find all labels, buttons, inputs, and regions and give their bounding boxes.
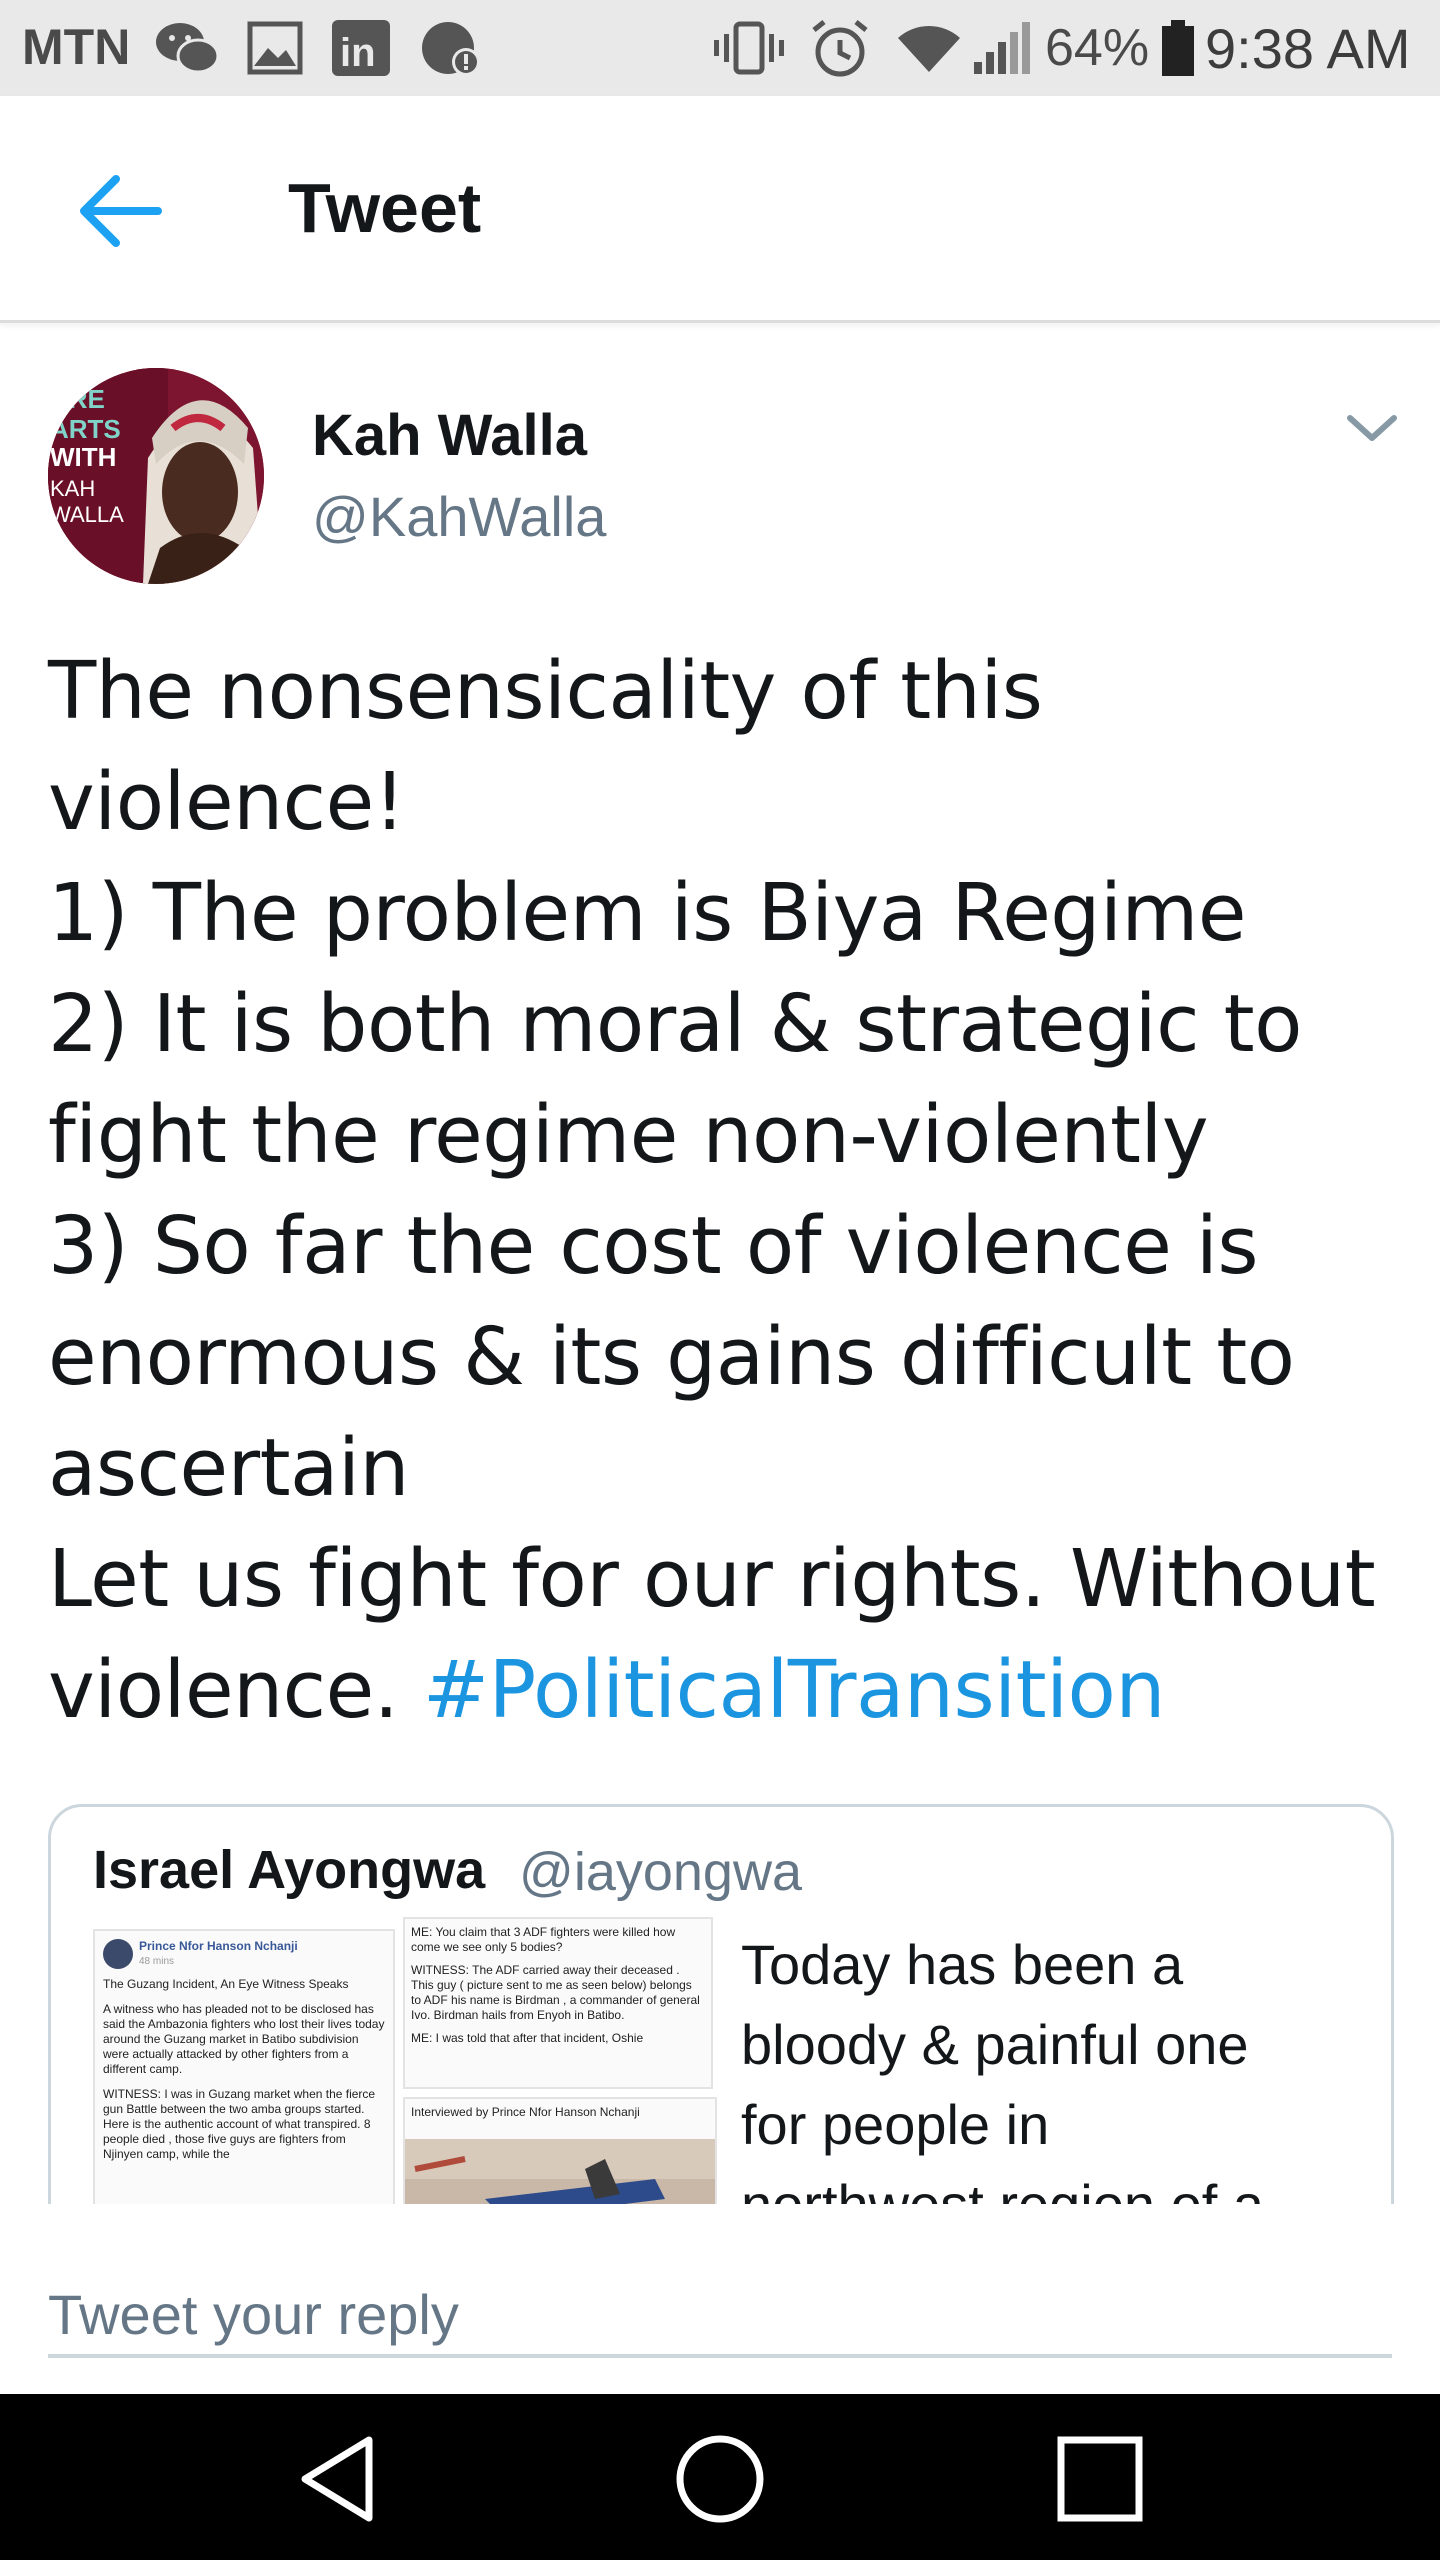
- tweet-last-line: violence. #PoliticalTransition: [48, 1635, 1408, 1746]
- tweet-line: violence.: [48, 1644, 423, 1736]
- tweet-line: 2) It is both moral & strategic to: [48, 978, 1302, 1070]
- back-triangle-icon[interactable]: [285, 2424, 395, 2534]
- avatar[interactable]: URE ARTS WITH KAH WALLA: [48, 368, 264, 584]
- quoted-text-line: for people in: [741, 2093, 1050, 2156]
- system-nav-bar: [0, 2394, 1440, 2560]
- author-name[interactable]: Kah Walla: [312, 402, 587, 469]
- arrow-left-icon[interactable]: [70, 161, 170, 261]
- recents-square-icon[interactable]: [1045, 2424, 1155, 2534]
- image-post-title: The Guzang Incident, An Eye Witness Spea…: [103, 1977, 349, 1991]
- alarm-icon: [812, 20, 868, 77]
- svg-text:ARTS: ARTS: [50, 414, 121, 444]
- reply-bar: [0, 2204, 1440, 2394]
- quoted-text-line: Today has been a: [741, 1933, 1184, 1996]
- page-title: Tweet: [288, 169, 482, 247]
- svg-text:KAH: KAH: [50, 476, 95, 501]
- tweet-line: The nonsensicality of this: [48, 645, 1043, 737]
- tweet-line: fight the regime non-violently: [48, 1089, 1209, 1181]
- quoted-author-handle: @iayongwa: [519, 1842, 802, 1902]
- signal-icon: [974, 22, 1030, 74]
- image-poster-name: Prince Nfor Hanson Nchanji: [139, 1939, 298, 1953]
- wifi-icon: [898, 25, 960, 72]
- reply-input[interactable]: [48, 2274, 1392, 2358]
- quoted-text: Today has been a bloody & painful one fo…: [741, 1925, 1381, 2245]
- hashtag-link[interactable]: #PoliticalTransition: [423, 1644, 1166, 1736]
- gallery-icon: [247, 21, 303, 75]
- app-header: Tweet: [0, 96, 1440, 323]
- vibrate-icon: [714, 21, 784, 75]
- image-caption: Interviewed by Prince Nfor Hanson Nchanj…: [411, 2105, 640, 2119]
- avatar: [103, 1939, 133, 1969]
- quoted-image-right-top[interactable]: ME: You claim that 3 ADF fighters were k…: [403, 1917, 713, 2089]
- wechat-icon: [156, 23, 220, 74]
- image-post-time: 48 mins: [139, 1956, 175, 1967]
- battery-icon: [1162, 20, 1194, 76]
- svg-text:WALLA: WALLA: [50, 502, 124, 527]
- battery-percent: 64%: [1045, 19, 1150, 77]
- quoted-author-name: Israel Ayongwa: [93, 1840, 486, 1900]
- home-circle-icon[interactable]: [665, 2424, 775, 2534]
- avatar-image: URE ARTS WITH KAH WALLA: [48, 368, 264, 584]
- tweet-text: The nonsensicality of this violence! 1) …: [48, 636, 1408, 1746]
- tweet-line: 1) The problem is Biya Regime: [48, 867, 1246, 959]
- image-post-paragraph: WITNESS: I was in Guzang market when the…: [103, 2087, 376, 2161]
- svg-text:URE: URE: [50, 384, 105, 414]
- tweet-line: enormous & its gains difficult to: [48, 1311, 1295, 1403]
- image-answer: WITNESS: The ADF carried away their dece…: [411, 1963, 700, 2022]
- status-bar: MTN in 64% 9:38 AM: [0, 0, 1440, 96]
- svg-text:WITH: WITH: [50, 442, 116, 472]
- status-clock: 9:38 AM: [1205, 17, 1411, 80]
- tweet-line: violence!: [48, 756, 405, 848]
- image-question: ME: You claim that 3 ADF fighters were k…: [411, 1925, 676, 1954]
- author-handle[interactable]: @KahWalla: [312, 484, 606, 549]
- image-post-paragraph: A witness who has pleaded not to be disc…: [103, 2002, 385, 2076]
- messenger-icon: [422, 22, 480, 76]
- carrier-name: MTN: [22, 19, 131, 75]
- tweet-line: Let us fight for our rights. Without: [48, 1533, 1376, 1625]
- tweet-line: 3) So far the cost of violence is: [48, 1200, 1259, 1292]
- svg-text:in: in: [340, 31, 376, 75]
- tweet-line: ascertain: [48, 1422, 410, 1514]
- chevron-down-icon[interactable]: [1344, 408, 1400, 448]
- linkedin-icon: in: [332, 20, 390, 76]
- quoted-text-line: bloody & painful one: [741, 2013, 1249, 2076]
- image-cut-text: ME: I was told that after that incident,…: [411, 2031, 644, 2045]
